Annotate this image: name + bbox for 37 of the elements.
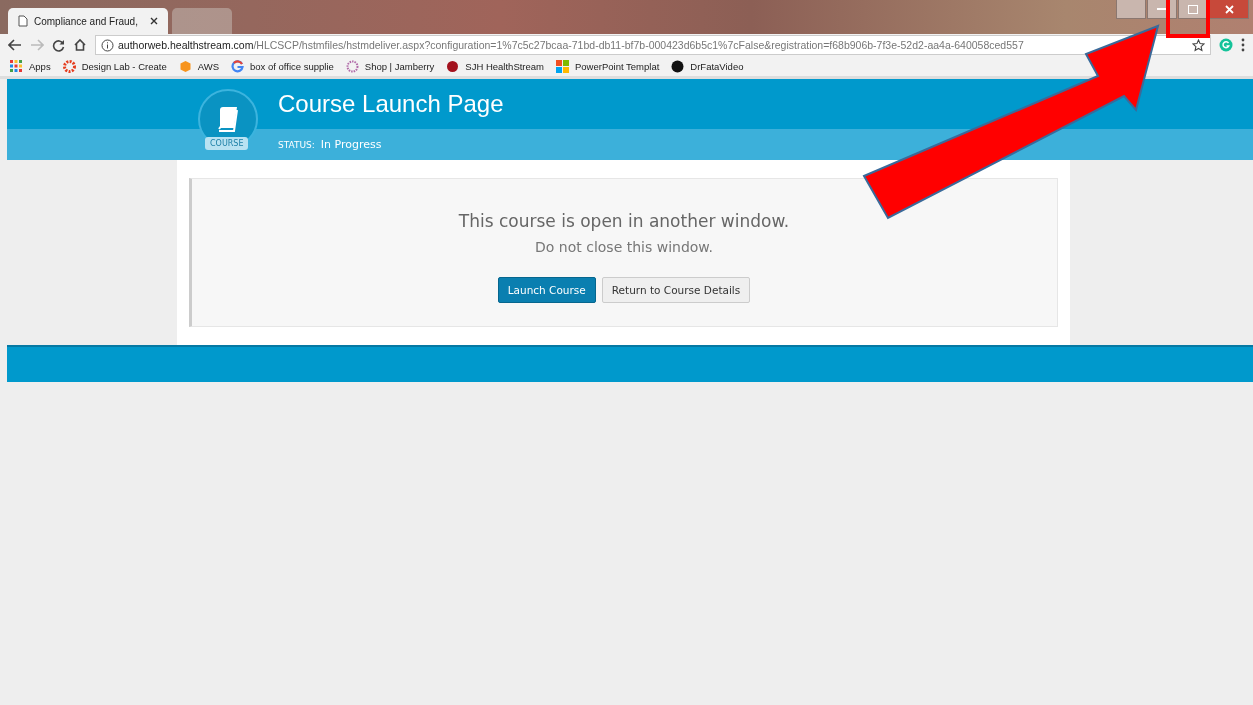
g-logo-icon	[231, 59, 244, 73]
squares-logo-icon	[556, 59, 569, 73]
launch-button[interactable]: Launch Course	[497, 277, 596, 303]
extension-icon[interactable]	[1219, 38, 1233, 52]
bookmark-item[interactable]: AWS	[178, 59, 219, 73]
page-icon	[18, 15, 28, 27]
star-icon[interactable]	[1192, 38, 1205, 52]
status-label: STATUS:	[278, 139, 315, 150]
reload-icon[interactable]	[52, 38, 65, 52]
notice-subtext: Do not close this window.	[535, 239, 713, 255]
page-title: Course Launch Page	[278, 90, 504, 118]
maximize-icon[interactable]	[1178, 0, 1208, 19]
bookmark-item[interactable]: PowerPoint Templat	[556, 59, 660, 73]
return-button[interactable]: Return to Course Details	[601, 277, 751, 303]
bookmark-item[interactable]: Design Lab - Create	[62, 59, 167, 73]
bookmark-item[interactable]: box of office supplie	[231, 59, 334, 73]
cube-icon	[178, 59, 192, 73]
apps-grid-icon	[10, 59, 23, 73]
bookmark-item[interactable]: SJH HealthStream	[446, 59, 544, 73]
gear-icon	[62, 59, 76, 73]
close-icon[interactable]	[150, 17, 158, 25]
address-field[interactable]: authorweb.healthstream.com/HLCSCP/hstmfiles/hstmdeliver.aspx?configuration=1%7c5c27bcaa-71bd-db11-bf7b-000423d6b5c1%7cFalse&registration=f68b906b-7f3e-52d2-aa4a-640058ced557	[95, 35, 1211, 55]
bookmark-item[interactable]: Shop | Jamberry	[345, 59, 435, 73]
info-icon	[101, 38, 114, 52]
browser-tab[interactable]: Compliance and Fraud,	[8, 8, 168, 34]
flower-icon	[345, 59, 359, 73]
menu-icon[interactable]	[1241, 38, 1245, 52]
bookmark-item[interactable]: Apps	[10, 59, 51, 73]
circle-logo-icon	[671, 59, 685, 73]
back-icon[interactable]	[8, 39, 22, 51]
home-icon[interactable]	[73, 38, 87, 52]
round-logo-icon	[446, 59, 460, 73]
bookmark-item[interactable]: DrFataVideo	[671, 59, 744, 73]
course-badge: COURSE	[205, 137, 249, 150]
notice-message: This course is open in another window.	[458, 211, 790, 231]
status-value: In Progress	[320, 138, 382, 151]
highlight-box	[1166, 0, 1210, 38]
